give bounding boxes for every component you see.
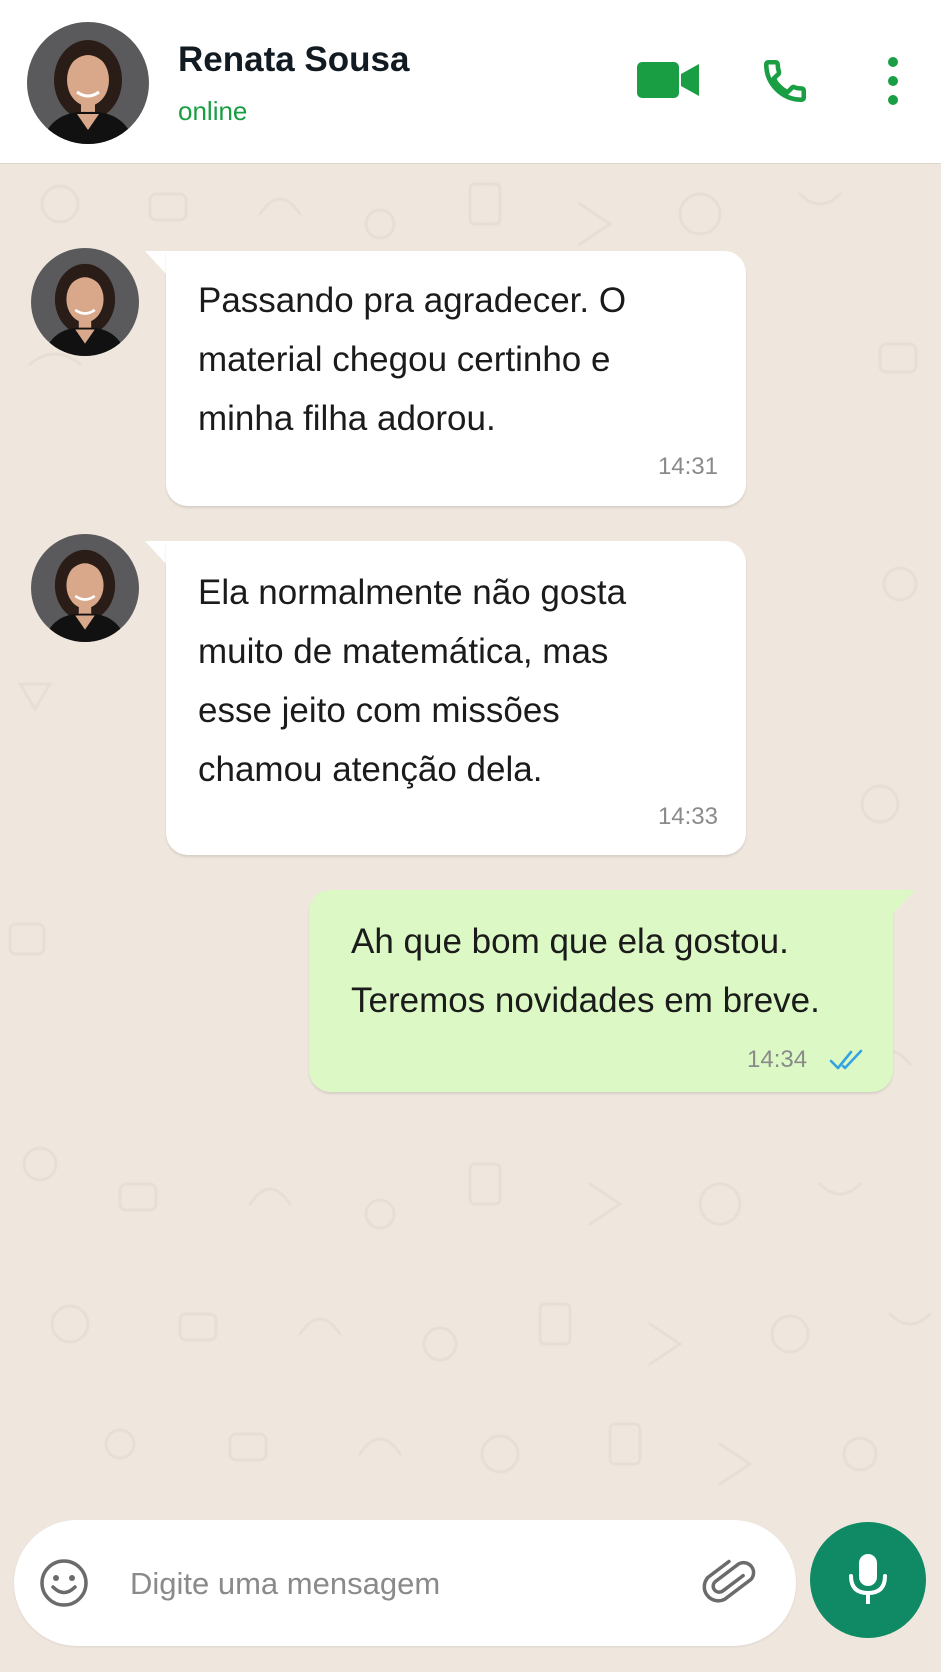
- message-line: Teremos novidades em breve.: [351, 981, 820, 1020]
- message-text: Passando pra agradecer. O material chego…: [198, 271, 626, 448]
- incoming-message[interactable]: Ela normalmente não gosta muito de matem…: [166, 541, 746, 855]
- message-line: Ah que bom que ela gostou.: [351, 922, 789, 961]
- voice-call-icon[interactable]: [760, 56, 810, 106]
- contact-photo: [27, 22, 149, 144]
- message-time: 14:33: [657, 803, 718, 830]
- chat-header: Renata Sousa online: [0, 0, 941, 164]
- message-line: Ela normalmente não gosta: [198, 573, 627, 612]
- message-time: 14:34: [747, 1046, 808, 1073]
- video-call-icon[interactable]: [637, 58, 699, 102]
- bubble-tail: [893, 890, 915, 914]
- message-line: material chegou certinho e: [198, 340, 611, 379]
- contact-status: online: [178, 96, 248, 126]
- emoji-icon[interactable]: [38, 1557, 90, 1609]
- message-line: muito de matemática, mas: [198, 632, 609, 671]
- composer-bar: [14, 1520, 796, 1646]
- message-line: chamou atenção dela.: [198, 750, 543, 789]
- mic-button[interactable]: [810, 1522, 926, 1638]
- chat-screen: Renata Sousa online Passando pra agradec…: [0, 0, 941, 1672]
- bubble-tail: [145, 541, 167, 565]
- message-line: minha filha adorou.: [198, 399, 496, 438]
- attach-icon[interactable]: [702, 1554, 760, 1612]
- contact-name[interactable]: Renata Sousa: [178, 40, 409, 80]
- sender-avatar[interactable]: [31, 534, 139, 642]
- outgoing-message[interactable]: Ah que bom que ela gostou. Teremos novid…: [309, 890, 893, 1092]
- message-text: Ela normalmente não gosta muito de matem…: [198, 563, 626, 799]
- double-check-icon: [829, 1049, 863, 1070]
- message-time: 14:31: [657, 453, 718, 480]
- message-text: Ah que bom que ela gostou. Teremos novid…: [351, 912, 820, 1030]
- message-input[interactable]: [128, 1550, 692, 1618]
- bubble-tail: [145, 251, 167, 275]
- sender-photo: [31, 248, 139, 356]
- message-line: Passando pra agradecer. O: [198, 281, 627, 320]
- message-line: esse jeito com missões: [198, 691, 560, 730]
- contact-avatar[interactable]: [27, 22, 149, 144]
- sender-avatar[interactable]: [31, 248, 139, 356]
- mic-icon: [849, 1554, 887, 1604]
- sender-photo: [31, 534, 139, 642]
- more-options-icon[interactable]: [880, 55, 906, 107]
- incoming-message[interactable]: Passando pra agradecer. O material chego…: [166, 251, 746, 506]
